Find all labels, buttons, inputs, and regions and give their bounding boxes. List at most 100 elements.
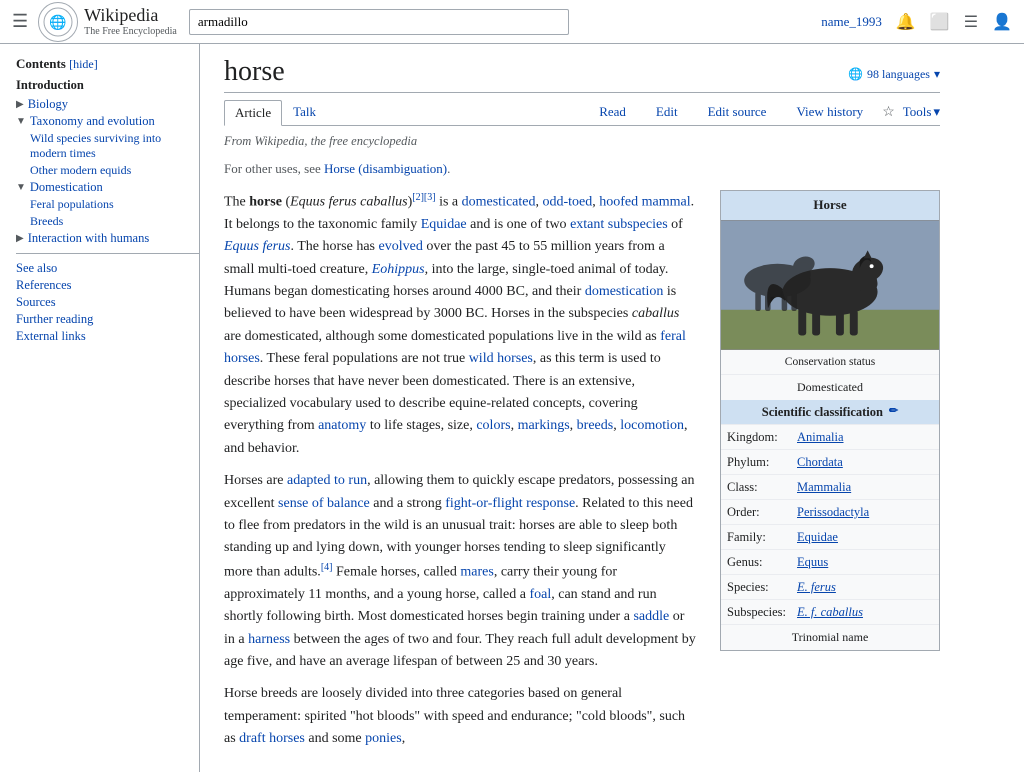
infobox-order-value[interactable]: Perissodactyla (797, 502, 869, 522)
link-evolved[interactable]: evolved (379, 239, 423, 254)
infobox-trinomial-label: Trinomial name (721, 624, 939, 650)
watchlist-icon[interactable]: ⬜ (930, 12, 950, 32)
infobox-order-label: Order: (727, 502, 797, 522)
sidebar-item-label: See also (16, 261, 57, 276)
tab-article[interactable]: Article (224, 100, 282, 126)
sidebar-item-other-equids[interactable]: Other modern equids (30, 162, 199, 179)
link-colors[interactable]: colors (476, 418, 510, 433)
infobox-title: Horse (721, 191, 939, 220)
chevron-down-icon: ▾ (934, 67, 940, 82)
main-layout: Contents [hide] Introduction ▶ Biology ▼… (0, 44, 1024, 772)
chevron-right-icon: ▶ (16, 233, 24, 244)
link-equus-ferus[interactable]: Equus ferus (224, 239, 291, 254)
infobox-conservation-status: Conservation status (721, 350, 939, 374)
sidebar-item-references[interactable]: References (16, 277, 199, 294)
link-feral-horses[interactable]: feral horses (224, 329, 686, 366)
tab-read[interactable]: Read (588, 99, 637, 125)
link-domestication[interactable]: domestication (585, 284, 664, 299)
article-with-infobox: The horse (Equus ferus caballus)[2][3] i… (224, 190, 940, 761)
link-ponies[interactable]: ponies (365, 731, 402, 746)
contributions-icon[interactable]: ☰ (964, 12, 978, 32)
sidebar-item-label: Further reading (16, 312, 93, 327)
tab-edit[interactable]: Edit (645, 99, 689, 125)
header-left: ☰ 🌐 Wikipedia The Free Encyclopedia (12, 2, 177, 42)
infobox-kingdom-value[interactable]: Animalia (797, 427, 844, 447)
user-menu-icon[interactable]: 👤 (992, 12, 1012, 32)
infobox-row-subspecies: Subspecies: E. f. caballus (721, 599, 939, 624)
sidebar-item-taxonomy[interactable]: ▼ Taxonomy and evolution (16, 113, 199, 130)
link-harness[interactable]: harness (248, 632, 290, 647)
ref-1[interactable]: [2][3] (412, 192, 435, 203)
infobox-row-kingdom: Kingdom: Animalia (721, 424, 939, 449)
search-input[interactable] (198, 14, 560, 30)
infobox-conservation-value: Domesticated (721, 374, 939, 400)
link-odd-toed[interactable]: odd-toed (543, 194, 593, 209)
link-fight-or-flight[interactable]: fight-or-flight response (445, 496, 575, 511)
link-markings[interactable]: markings (518, 418, 570, 433)
disambiguation-link[interactable]: Horse (disambiguation) (324, 161, 447, 176)
link-adapted-to-run[interactable]: adapted to run (287, 473, 367, 488)
sidebar-item-feral[interactable]: Feral populations (30, 196, 199, 213)
logo-text: Wikipedia The Free Encyclopedia (84, 6, 177, 37)
link-draft-horses[interactable]: draft horses (239, 731, 305, 746)
link-mares[interactable]: mares (460, 564, 493, 579)
tools-button[interactable]: Tools ▾ (903, 104, 940, 120)
infobox-species-value[interactable]: E. ferus (797, 577, 836, 597)
sidebar-item-wild-species[interactable]: Wild species surviving into modern times (30, 130, 199, 162)
sci-class-label: Scientific classification (762, 402, 883, 422)
link-foal[interactable]: foal (529, 587, 551, 602)
infobox: Horse (720, 190, 940, 652)
notification-icon[interactable]: 🔔 (896, 12, 916, 32)
link-saddle[interactable]: saddle (633, 609, 669, 624)
infobox-family-value[interactable]: Equidae (797, 527, 838, 547)
sidebar-item-label: Wild species surviving into modern times (30, 131, 199, 161)
page-title: horse (224, 56, 285, 88)
sidebar-item-breeds[interactable]: Breeds (30, 213, 199, 230)
search-bar[interactable] (189, 9, 569, 35)
link-domesticated[interactable]: domesticated (462, 194, 536, 209)
link-hoofed[interactable]: hoofed mammal (599, 194, 690, 209)
infobox-genus-value[interactable]: Equus (797, 552, 828, 572)
link-wild-horses[interactable]: wild horses (469, 351, 533, 366)
sidebar-item-sources[interactable]: Sources (16, 294, 199, 311)
infobox-phylum-label: Phylum: (727, 452, 797, 472)
logo-subtitle: The Free Encyclopedia (84, 26, 177, 37)
tab-view-history[interactable]: View history (785, 99, 874, 125)
sidebar-item-further-reading[interactable]: Further reading (16, 311, 199, 328)
sidebar-item-interaction[interactable]: ▶ Interaction with humans (16, 230, 199, 247)
link-eohippus[interactable]: Eohippus (372, 262, 425, 277)
infobox-subspecies-value[interactable]: E. f. caballus (797, 602, 863, 622)
sidebar-item-domestication[interactable]: ▼ Domestication (16, 179, 199, 196)
languages-button[interactable]: 🌐 98 languages ▾ (848, 67, 940, 82)
chevron-right-icon: ▶ (16, 99, 24, 110)
username-link[interactable]: name_1993 (821, 14, 882, 30)
infobox-phylum-value[interactable]: Chordata (797, 452, 843, 472)
infobox-class-value[interactable]: Mammalia (797, 477, 851, 497)
link-extant[interactable]: extant subspecies (570, 217, 668, 232)
link-anatomy[interactable]: anatomy (318, 418, 366, 433)
link-breeds[interactable]: breeds (577, 418, 614, 433)
sidebar-item-label: Feral populations (30, 197, 114, 212)
sidebar-item-external-links[interactable]: External links (16, 328, 199, 345)
watchlist-star-icon[interactable]: ☆ (882, 104, 895, 121)
link-locomotion[interactable]: locomotion (620, 418, 684, 433)
tab-talk[interactable]: Talk (282, 99, 327, 125)
link-sense-of-balance[interactable]: sense of balance (278, 496, 370, 511)
paragraph-3: Horse breeds are loosely divided into th… (224, 683, 696, 750)
hamburger-menu-icon[interactable]: ☰ (12, 11, 28, 32)
tools-label: Tools (903, 104, 932, 120)
from-wikipedia: From Wikipedia, the free encyclopedia (224, 134, 940, 149)
sidebar-item-see-also[interactable]: See also (16, 260, 199, 277)
infobox-row-family: Family: Equidae (721, 524, 939, 549)
logo-area[interactable]: 🌐 Wikipedia The Free Encyclopedia (38, 2, 177, 42)
link-equidae[interactable]: Equidae (421, 217, 467, 232)
sidebar-item-biology[interactable]: ▶ Biology (16, 96, 199, 113)
edit-sci-class-icon[interactable]: ✏ (889, 403, 898, 421)
ref-4[interactable]: [4] (321, 562, 333, 573)
toc-hide-button[interactable]: [hide] (69, 57, 98, 71)
wikipedia-logo: 🌐 (38, 2, 78, 42)
infobox-family-label: Family: (727, 527, 797, 547)
tab-edit-source[interactable]: Edit source (697, 99, 778, 125)
chevron-down-icon: ▼ (16, 182, 26, 193)
sidebar-item-label: Biology (28, 97, 68, 112)
